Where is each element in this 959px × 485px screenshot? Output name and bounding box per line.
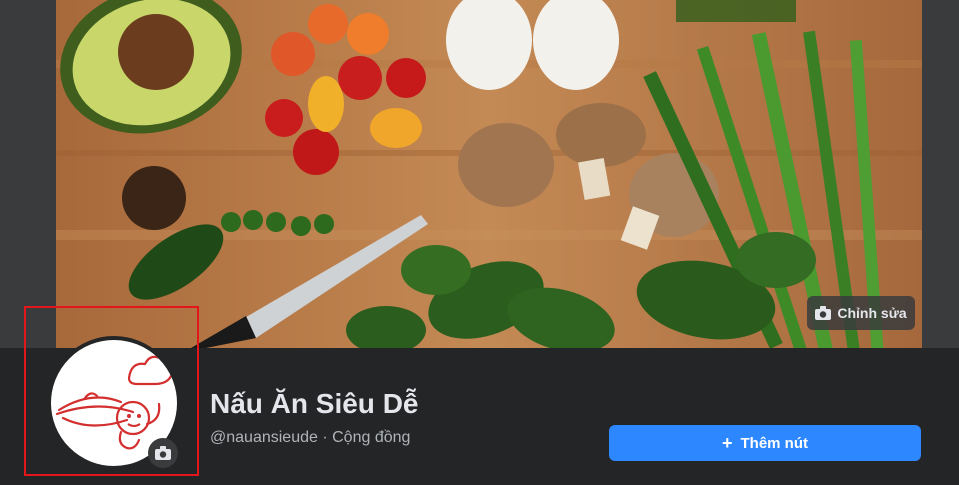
edit-cover-button[interactable]: Chỉnh sửa — [807, 296, 915, 330]
cover-photo[interactable] — [56, 0, 922, 348]
add-button[interactable]: + Thêm nút — [609, 425, 921, 461]
edit-cover-label: Chỉnh sửa — [837, 305, 907, 321]
page-title: Nấu Ăn Siêu Dễ — [210, 388, 419, 419]
page-subtitle: @nauansieude · Cộng đồng — [210, 429, 410, 447]
page-category[interactable]: Cộng đồng — [332, 429, 410, 446]
cover-photo-image — [56, 0, 922, 348]
camera-icon — [155, 446, 171, 460]
right-gutter — [921, 0, 959, 348]
page-handle: @nauansieude — [210, 429, 318, 446]
page-header: Chỉnh sửa Nấu Ăn Siêu Dễ @nauansieude · … — [0, 0, 959, 485]
left-gutter — [0, 0, 60, 348]
camera-icon — [815, 306, 832, 320]
add-button-label: Thêm nút — [740, 434, 809, 452]
avatar-camera-button[interactable] — [148, 438, 178, 468]
subtitle-separator: · — [322, 429, 328, 446]
plus-icon: + — [721, 433, 733, 453]
